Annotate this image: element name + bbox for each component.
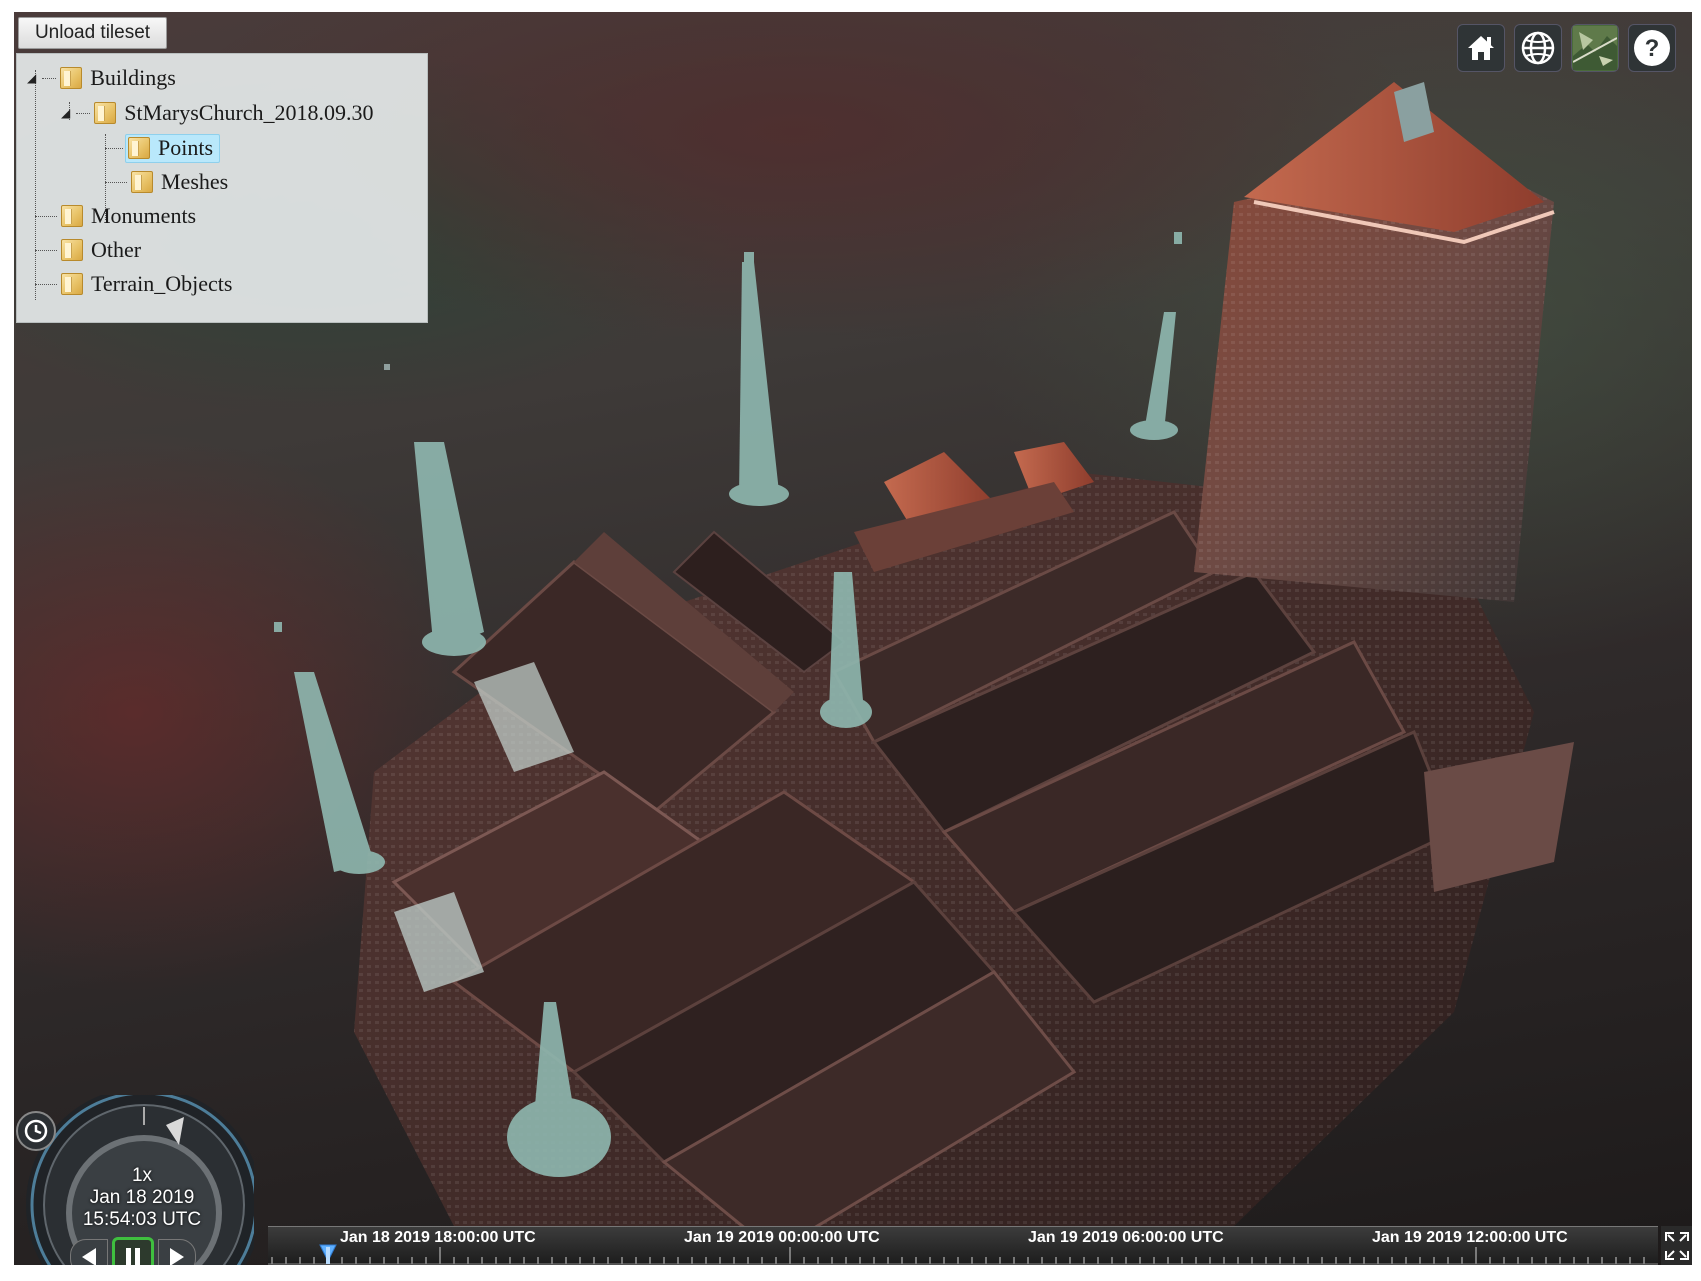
tree-item-label: Other <box>91 237 142 262</box>
tree-item-label: Monuments <box>91 203 197 228</box>
folder-icon <box>61 205 83 227</box>
folder-icon <box>61 239 83 261</box>
tree-item-terrain-objects[interactable]: Terrain_Objects <box>35 268 232 300</box>
home-icon <box>1468 36 1494 60</box>
realtime-button[interactable] <box>16 1111 56 1151</box>
tree-item-other[interactable]: Other <box>35 234 141 266</box>
cesium-viewer[interactable]: Unload tileset ◢ Buildings ◢ StMarysChur… <box>14 12 1692 1265</box>
collapse-arrow-icon[interactable]: ◢ <box>27 71 36 85</box>
tree-item-points[interactable]: Points <box>105 132 221 164</box>
navigation-help-button[interactable]: ? <box>1628 24 1676 72</box>
clock-readout: 1x Jan 18 2019 15:54:03 UTC <box>76 1165 208 1231</box>
folder-icon <box>128 136 150 159</box>
tree-item-stmaryschurch[interactable]: ◢ StMarysChurch_2018.09.30 <box>61 97 374 129</box>
tree-item-label: Terrain_Objects <box>91 271 233 296</box>
tree-item-buildings[interactable]: ◢ Buildings <box>27 62 176 94</box>
imagery-layer-icon <box>1573 26 1617 70</box>
folder-icon <box>61 273 83 295</box>
play-forward-icon <box>170 1248 184 1265</box>
play-reverse-button[interactable] <box>70 1239 108 1265</box>
globe-icon <box>1521 31 1555 65</box>
animation-widget: 1x Jan 18 2019 15:54:03 UTC <box>14 1087 262 1265</box>
tree-item-label: Meshes <box>161 169 229 194</box>
folder-icon <box>94 102 117 124</box>
play-reverse-icon <box>82 1248 96 1265</box>
folder-icon <box>131 171 153 193</box>
speed-readout: 1x <box>131 1165 153 1186</box>
svg-text:?: ? <box>1645 35 1660 62</box>
tree-item-label: Buildings <box>90 65 176 90</box>
home-button[interactable] <box>1457 24 1505 72</box>
tree-item-meshes[interactable]: Meshes <box>105 166 228 198</box>
timeline-needle-icon[interactable] <box>319 1244 337 1264</box>
time-readout: 15:54:03 UTC <box>82 1209 202 1230</box>
tree-item-label: StMarysChurch_2018.09.30 <box>124 100 374 125</box>
unload-tileset-button[interactable]: Unload tileset <box>18 17 167 49</box>
collapse-arrow-icon[interactable]: ◢ <box>61 106 70 120</box>
tree-item-selection: Points <box>125 133 221 163</box>
base-layer-picker-button[interactable] <box>1571 24 1619 72</box>
timeline-ticks <box>268 1244 1658 1265</box>
fullscreen-button[interactable] <box>1661 1226 1692 1265</box>
folder-icon <box>60 67 83 89</box>
timeline-bar[interactable]: Jan 18 2019 18:00:00 UTC Jan 19 2019 00:… <box>268 1226 1658 1265</box>
pause-button[interactable] <box>112 1237 154 1265</box>
play-forward-button[interactable] <box>158 1239 196 1265</box>
tree-item-label: Points <box>158 134 214 160</box>
help-icon: ? <box>1634 30 1670 66</box>
scene-mode-button[interactable] <box>1514 24 1562 72</box>
pause-icon <box>126 1248 140 1265</box>
fullscreen-icon <box>1664 1231 1689 1260</box>
tree-item-monuments[interactable]: Monuments <box>35 200 196 232</box>
date-readout: Jan 18 2019 <box>89 1187 195 1208</box>
clock-icon <box>24 1119 48 1143</box>
tileset-tree-panel: ◢ Buildings ◢ StMarysChurch_2018.09.30 P… <box>16 53 428 323</box>
